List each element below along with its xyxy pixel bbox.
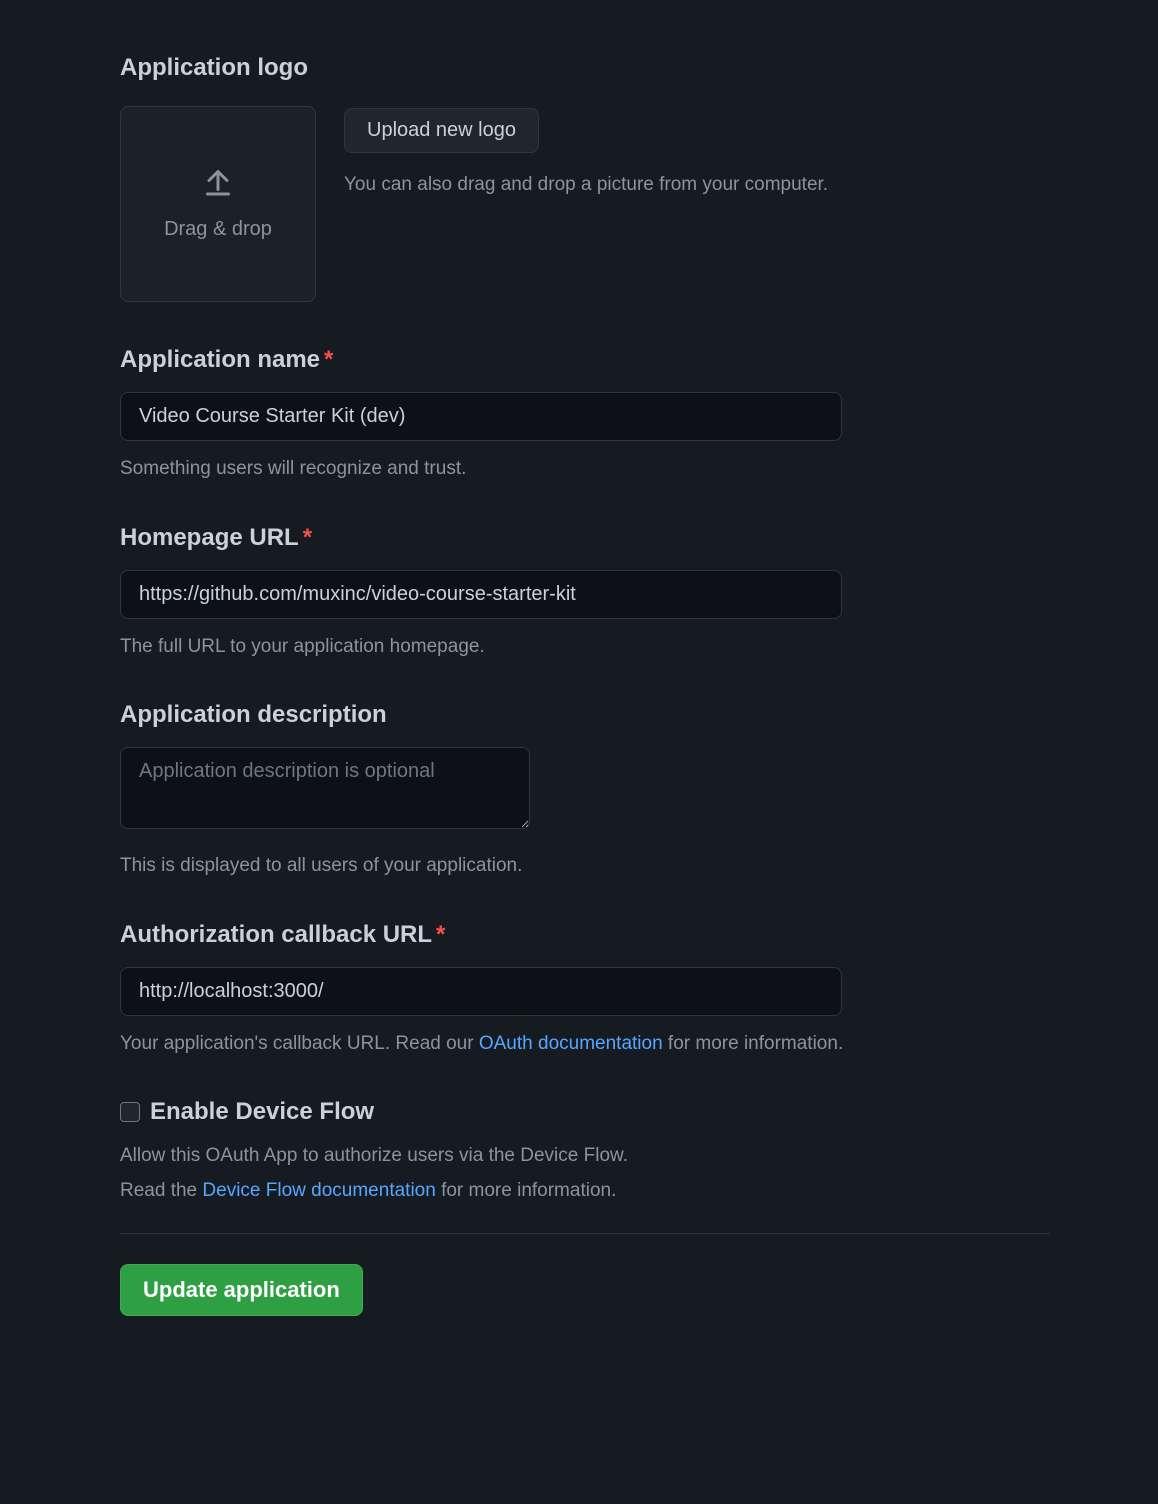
app-description-textarea[interactable] xyxy=(120,747,530,829)
app-logo-heading: Application logo xyxy=(120,50,1050,86)
device-flow-help2: Read the Device Flow documentation for m… xyxy=(120,1177,1050,1206)
update-application-button[interactable]: Update application xyxy=(120,1264,363,1316)
homepage-url-help: The full URL to your application homepag… xyxy=(120,633,1050,662)
app-name-input[interactable] xyxy=(120,392,842,441)
callback-url-help: Your application's callback URL. Read ou… xyxy=(120,1030,1050,1059)
logo-dropzone[interactable]: Drag & drop xyxy=(120,106,316,302)
device-flow-label: Enable Device Flow xyxy=(150,1094,374,1130)
divider xyxy=(120,1233,1050,1234)
device-flow-docs-link[interactable]: Device Flow documentation xyxy=(202,1180,435,1201)
callback-url-input[interactable] xyxy=(120,967,842,1016)
upload-logo-button[interactable]: Upload new logo xyxy=(344,108,539,153)
logo-help-text: You can also drag and drop a picture fro… xyxy=(344,171,1050,200)
app-name-help: Something users will recognize and trust… xyxy=(120,455,1050,484)
required-indicator: * xyxy=(324,346,333,373)
homepage-url-label: Homepage URL* xyxy=(120,520,1050,556)
callback-url-label: Authorization callback URL* xyxy=(120,917,1050,953)
app-name-label: Application name* xyxy=(120,342,1050,378)
device-flow-checkbox[interactable] xyxy=(120,1102,140,1122)
app-description-help: This is displayed to all users of your a… xyxy=(120,852,1050,881)
oauth-docs-link[interactable]: OAuth documentation xyxy=(479,1033,663,1054)
homepage-url-input[interactable] xyxy=(120,570,842,619)
required-indicator: * xyxy=(436,921,445,948)
device-flow-help1: Allow this OAuth App to authorize users … xyxy=(120,1142,1050,1171)
app-description-label: Application description xyxy=(120,697,1050,733)
dropzone-label: Drag & drop xyxy=(164,214,272,244)
upload-icon xyxy=(200,164,236,200)
required-indicator: * xyxy=(303,524,312,551)
